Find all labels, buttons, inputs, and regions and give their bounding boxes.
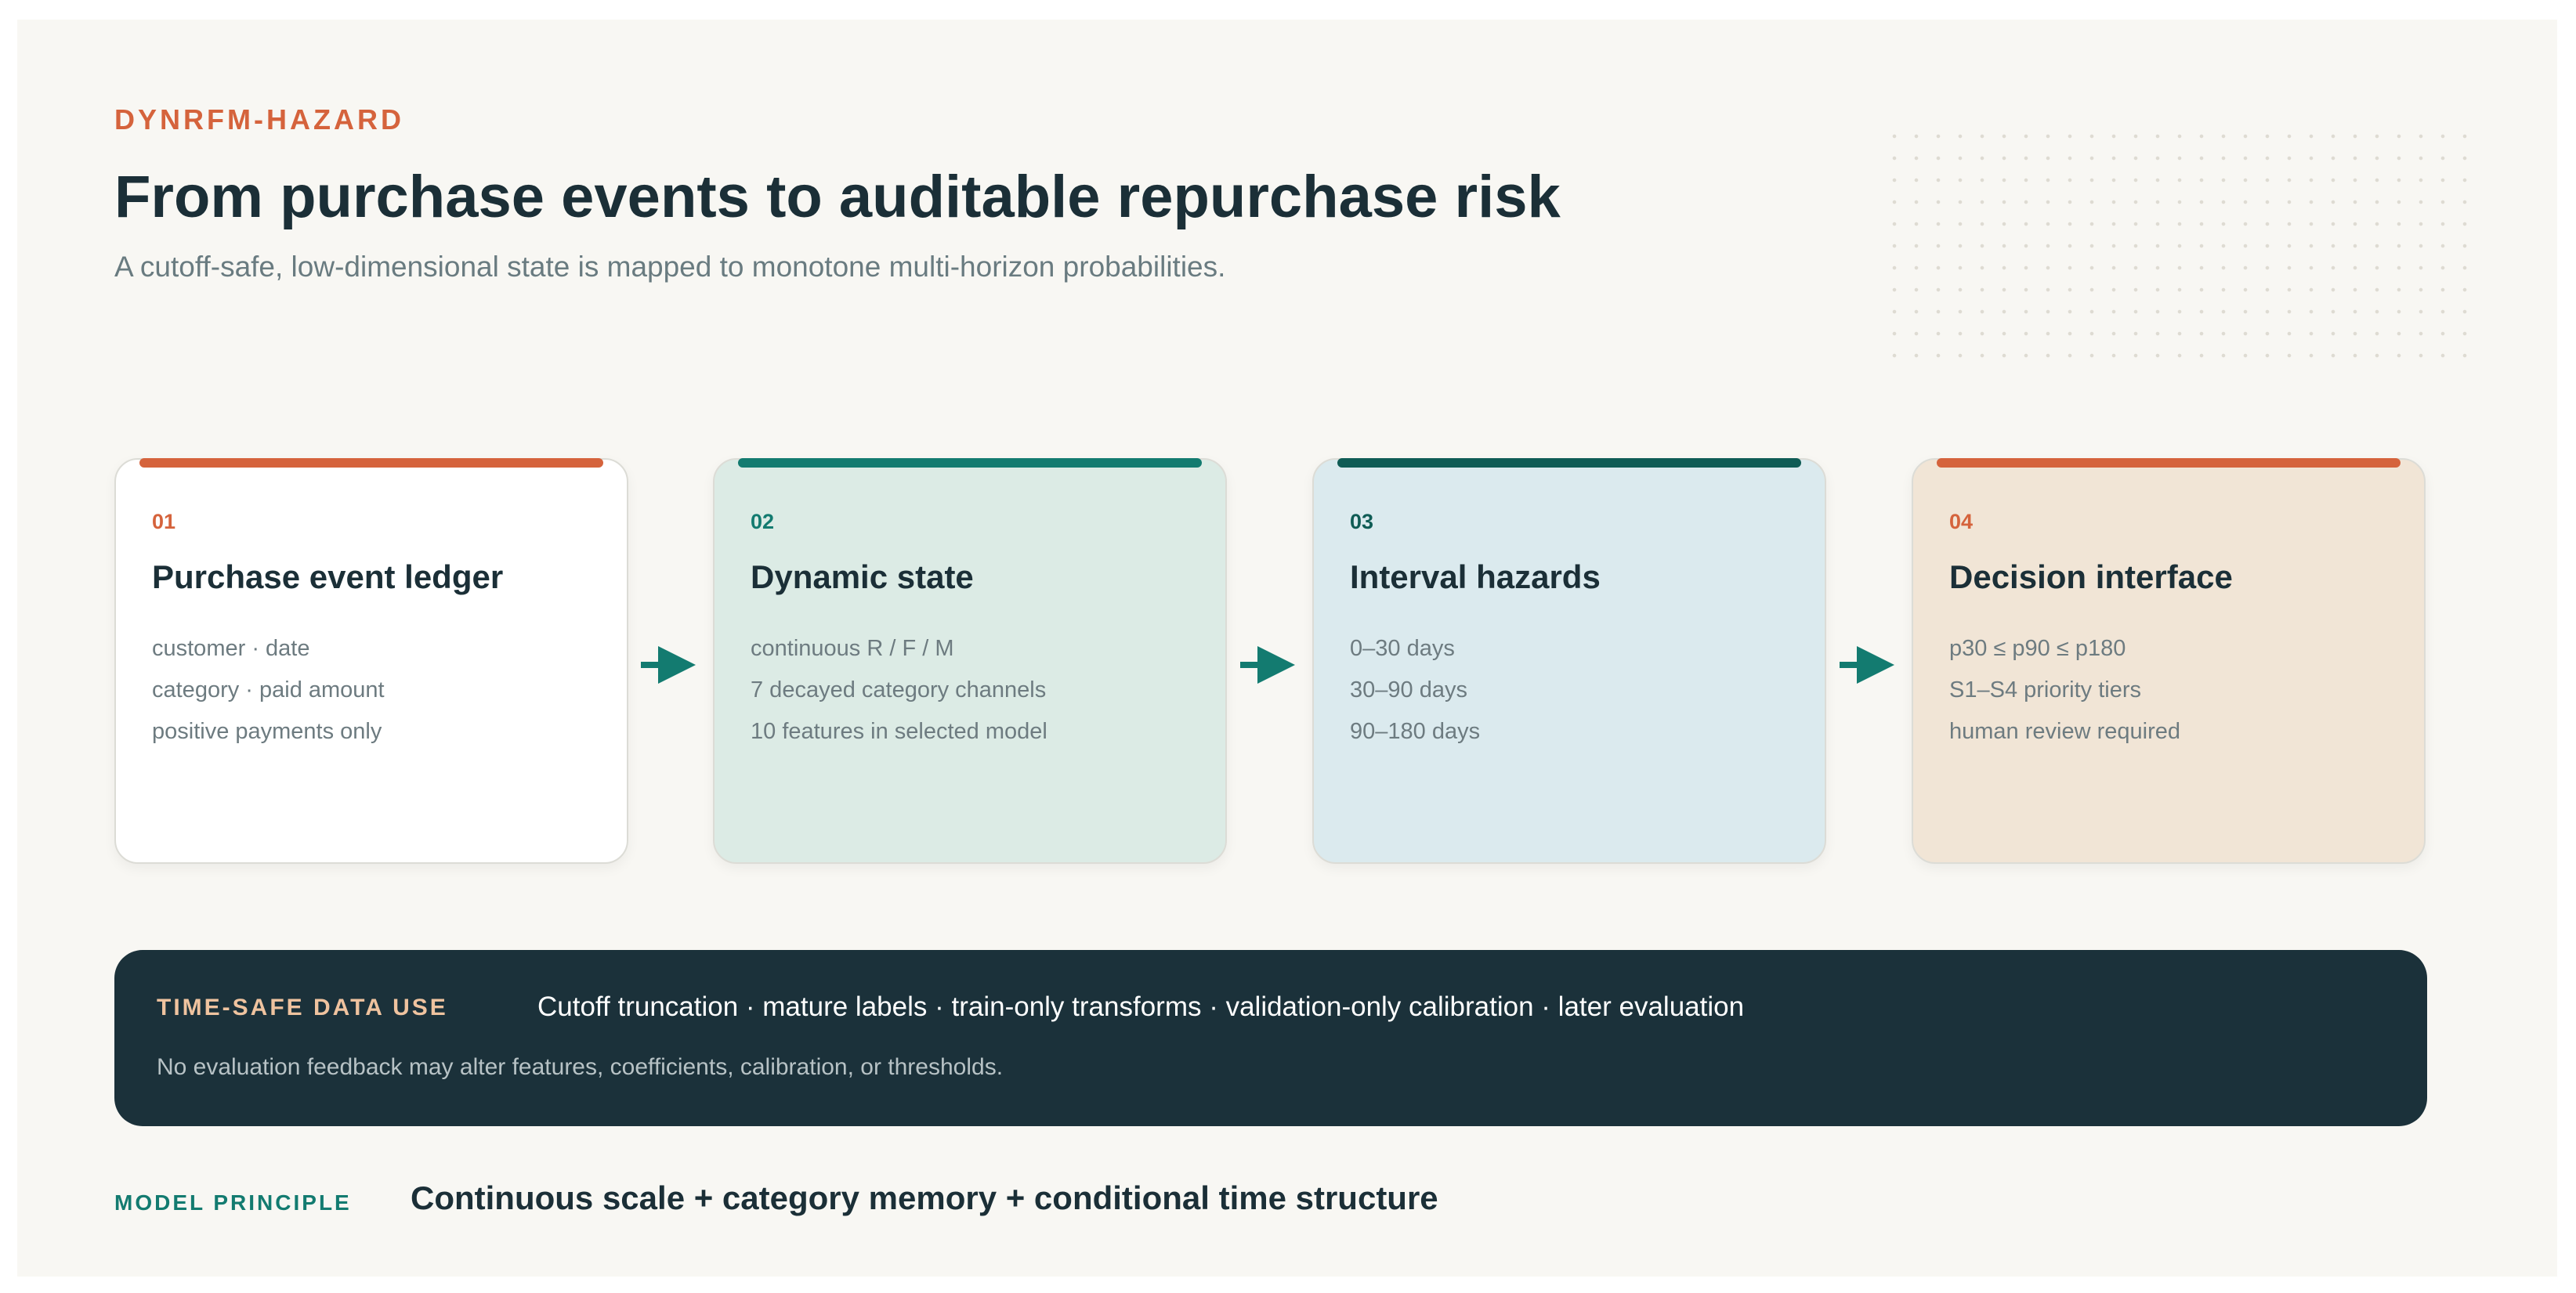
band-label: TIME-SAFE DATA USE — [157, 995, 448, 1020]
step-number: 01 — [152, 510, 176, 533]
band-note: No evaluation feedback may alter feature… — [157, 1054, 1004, 1080]
step-title: Interval hazards — [1350, 558, 1601, 595]
step-card-purchase-event-ledger: 01 Purchase event ledger customer · date… — [114, 458, 628, 864]
step-detail: 90–180 days — [1350, 719, 1481, 744]
step-detail: S1–S4 priority tiers — [1949, 677, 2141, 702]
step-title: Dynamic state — [751, 558, 974, 595]
step-card-interval-hazards: 03 Interval hazards 0–30 days 30–90 days… — [1312, 458, 1826, 864]
principle-label: MODEL PRINCIPLE — [114, 1190, 352, 1215]
step-number: 02 — [751, 510, 775, 533]
arrow-right-icon — [641, 646, 696, 684]
step-detail: 30–90 days — [1350, 677, 1467, 702]
dot-grid-decoration — [1883, 125, 2482, 373]
step-number: 04 — [1949, 510, 1974, 533]
principle-text: Continuous scale + category memory + con… — [411, 1179, 1438, 1216]
step-detail: 7 decayed category channels — [751, 677, 1047, 702]
step-detail: continuous R / F / M — [751, 636, 954, 661]
step-detail: customer · date — [152, 636, 310, 661]
step-detail: category · paid amount — [152, 677, 385, 702]
step-card-decision-interface: 04 Decision interface p30 ≤ p90 ≤ p180 S… — [1912, 458, 2426, 864]
time-safe-data-band: TIME-SAFE DATA USE Cutoff truncation · m… — [114, 950, 2427, 1126]
page-subtitle: A cutoff-safe, low-dimensional state is … — [114, 251, 1226, 283]
step-card-dynamic-state: 02 Dynamic state continuous R / F / M 7 … — [713, 458, 1227, 864]
step-detail: 10 features in selected model — [751, 719, 1047, 744]
band-main-text: Cutoff truncation · mature labels · trai… — [537, 991, 1745, 1022]
card-accent-bar — [139, 458, 603, 468]
step-title: Decision interface — [1949, 558, 2233, 595]
page-title: From purchase events to auditable repurc… — [114, 164, 1561, 230]
step-detail: human review required — [1949, 719, 2180, 744]
arrow-right-icon — [1840, 646, 1894, 684]
step-detail: p30 ≤ p90 ≤ p180 — [1949, 636, 2126, 661]
card-accent-bar — [1337, 458, 1801, 468]
card-accent-bar — [738, 458, 1202, 468]
step-detail: 0–30 days — [1350, 636, 1455, 661]
card-accent-bar — [1937, 458, 2401, 468]
step-title: Purchase event ledger — [152, 558, 504, 595]
step-detail: positive payments only — [152, 719, 382, 744]
step-number: 03 — [1350, 510, 1374, 533]
arrow-right-icon — [1240, 646, 1295, 684]
eyebrow-label: DYNRFM-HAZARD — [114, 103, 404, 135]
